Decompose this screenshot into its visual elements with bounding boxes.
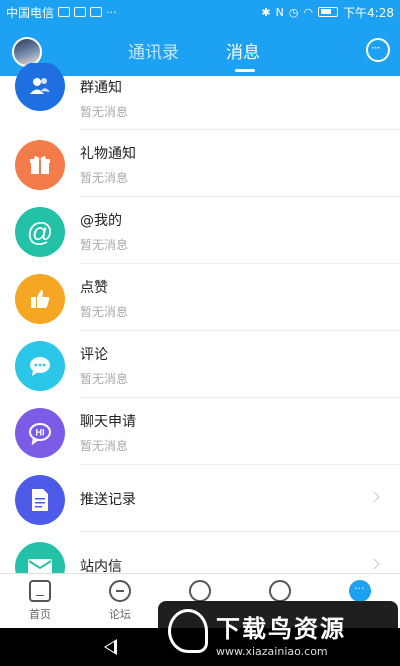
eye-icon: [269, 580, 291, 602]
list-item-title: 评论: [80, 347, 108, 363]
list-item-mentions[interactable]: @ @我的 暂无消息: [0, 197, 400, 264]
refresh-icon: [189, 580, 211, 602]
list-item-title: 推送记录: [80, 492, 136, 508]
thumbs-up-icon: [15, 274, 65, 324]
clock: 下午4:28: [343, 5, 394, 20]
list-item-comments[interactable]: 评论 暂无消息: [0, 331, 400, 398]
nav-forum[interactable]: 论坛: [95, 580, 145, 622]
back-icon[interactable]: [104, 639, 117, 655]
list-item-title: 礼物通知: [80, 146, 136, 162]
list-item-title: 点赞: [80, 280, 108, 296]
alarm-icon: ◷: [288, 5, 299, 19]
forum-icon: [109, 580, 131, 602]
chevron-right-icon: [368, 491, 380, 503]
chat-request-icon: HI: [15, 408, 65, 458]
tiktok-icon: [90, 7, 103, 17]
at-icon: @: [15, 207, 65, 257]
nav-label: 论坛: [109, 608, 131, 621]
battery-icon: [318, 7, 339, 17]
list-item-title: 群通知: [80, 80, 122, 96]
document-icon: [15, 475, 65, 525]
tab-messages[interactable]: 消息: [226, 38, 260, 63]
list-item-subtitle: 暂无消息: [80, 171, 129, 185]
mail-icon: [15, 542, 65, 573]
list-item-subtitle: 暂无消息: [80, 439, 129, 453]
carrier-label: 中国电信: [6, 5, 55, 20]
list-item-title: @我的: [80, 213, 122, 229]
list-item-chat-request[interactable]: HI 聊天申请 暂无消息: [0, 398, 400, 465]
list-item-push-records[interactable]: 推送记录: [0, 465, 400, 532]
list-item-subtitle: 暂无消息: [80, 105, 129, 119]
nav-home[interactable]: 首页: [15, 580, 65, 622]
svg-text:HI: HI: [36, 428, 45, 438]
nav-label: 首页: [29, 608, 51, 621]
list-item-title: 站内信: [80, 559, 122, 573]
wechat-icon: [58, 7, 71, 17]
list-item-likes[interactable]: 点赞 暂无消息: [0, 264, 400, 331]
chevron-right-icon: [368, 558, 380, 570]
tab-contacts[interactable]: 通讯录: [128, 38, 179, 63]
chat-bubble-icon[interactable]: [366, 38, 390, 62]
home-icon: [29, 580, 51, 602]
watermark-title: 下载鸟资源: [216, 615, 346, 643]
wifi-icon: ◠: [303, 5, 314, 19]
list-item-group-notice[interactable]: 群通知 暂无消息: [0, 63, 400, 130]
bluetooth-icon: ✱: [261, 5, 271, 19]
list-item-inbox[interactable]: 站内信: [0, 532, 400, 573]
app-notification-icon: [74, 7, 87, 17]
bird-logo-icon: [168, 609, 208, 653]
more-notifications: ···: [106, 5, 117, 19]
comment-icon: [15, 341, 65, 391]
nfc-icon: N: [275, 5, 284, 19]
list-item-title: 聊天申请: [80, 414, 136, 430]
gift-icon: [15, 140, 65, 190]
more-icon: [349, 580, 371, 602]
list-item-subtitle: 暂无消息: [80, 238, 129, 252]
group-icon: [15, 63, 65, 111]
status-bar: 中国电信 ··· ✱ N ◷ ◠ 下午4:28: [0, 0, 400, 24]
watermark-url: www.xiazainiao.com: [216, 645, 328, 658]
list-item-subtitle: 暂无消息: [80, 305, 129, 319]
list-item-subtitle: 暂无消息: [80, 372, 129, 386]
list-item-gift-notice[interactable]: 礼物通知 暂无消息: [0, 130, 400, 197]
watermark: 下载鸟资源 www.xiazainiao.com: [158, 601, 398, 665]
message-list: 群通知 暂无消息 礼物通知 暂无消息 @ @我的 暂无消息 点赞 暂无消息 评论…: [0, 63, 400, 573]
